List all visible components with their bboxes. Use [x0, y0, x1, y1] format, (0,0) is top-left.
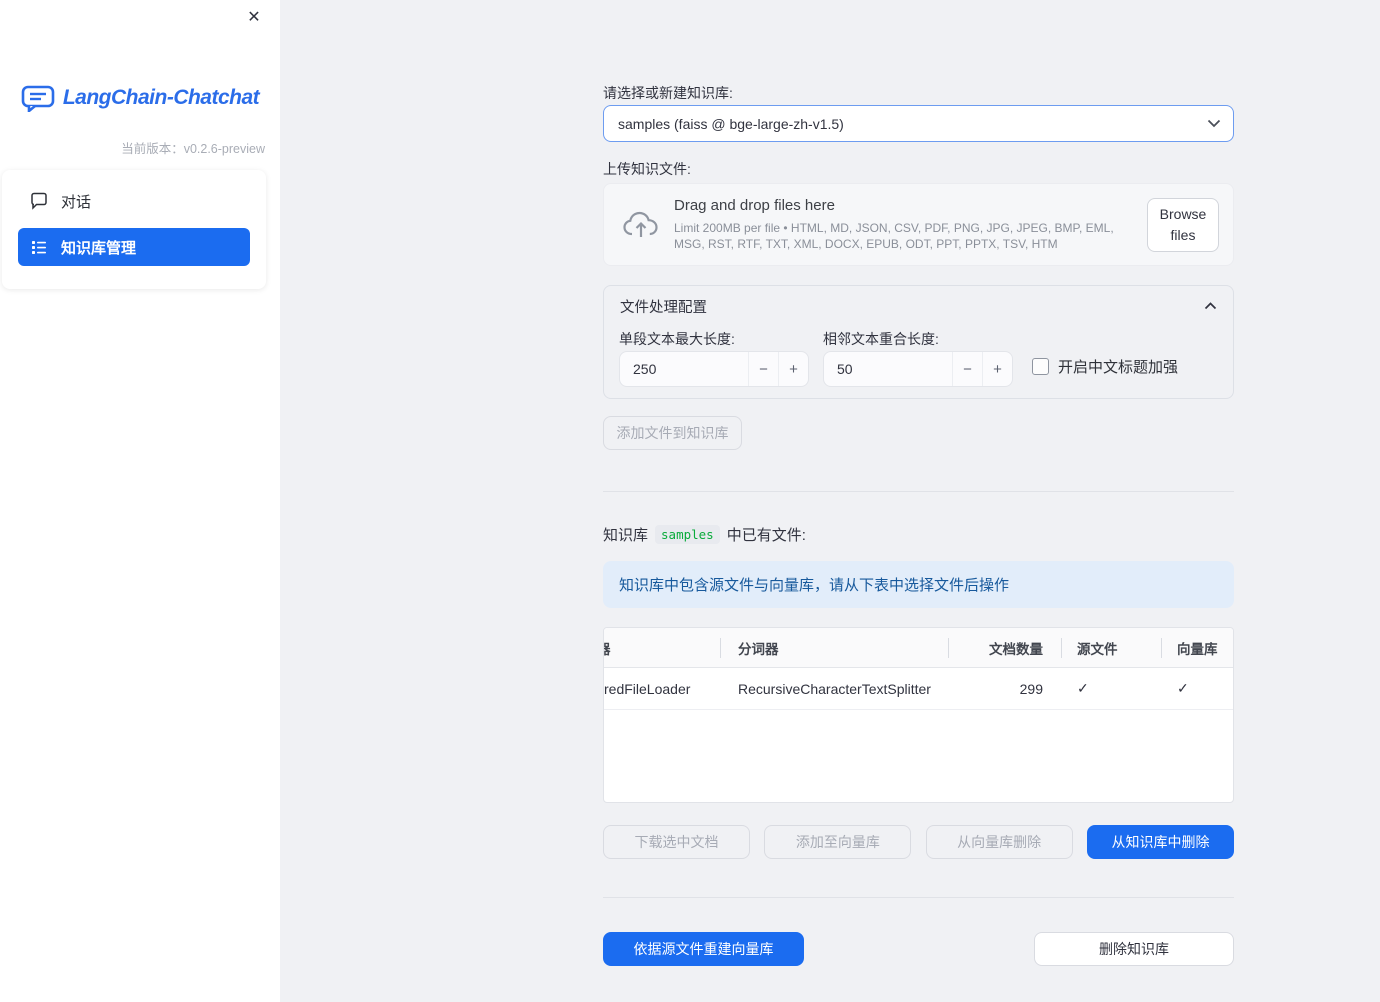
column-separator: [720, 638, 721, 658]
kb-select-value: samples (faiss @ bge-large-zh-v1.5): [618, 115, 844, 132]
max-length-label: 单段文本最大长度:: [619, 331, 735, 347]
cell-loader: redFileLoader: [604, 680, 691, 697]
cloud-upload-icon: [622, 210, 660, 240]
sidebar-close-icon[interactable]: ✕: [242, 6, 266, 30]
table-header-row: 器 分词器 文档数量 源文件 向量库: [604, 628, 1233, 668]
chat-bubble-icon: [30, 192, 48, 210]
cell-vector-store-check: ✓: [1177, 680, 1189, 696]
logo-chat-icon: [21, 84, 55, 112]
version-label: 当前版本：v0.2.6-preview: [121, 142, 265, 156]
cell-source-file-check: ✓: [1077, 680, 1089, 696]
divider: [603, 897, 1234, 898]
file-uploader-dropzone[interactable]: Drag and drop files here Limit 200MB per…: [603, 183, 1234, 266]
minus-icon[interactable]: −: [952, 352, 982, 386]
expander-header[interactable]: 文件处理配置: [604, 286, 1233, 326]
minus-icon[interactable]: −: [748, 352, 778, 386]
app-logo: LangChain-Chatchat: [0, 84, 280, 112]
browse-files-button[interactable]: Browse files: [1147, 197, 1219, 252]
sidebar-menu: 对话 知识库管理: [2, 170, 266, 289]
rebuild-vector-store-button[interactable]: 依据源文件重建向量库: [603, 932, 804, 966]
info-text: 知识库中包含源文件与向量库，请从下表中选择文件后操作: [619, 577, 1010, 594]
expander-title: 文件处理配置: [620, 299, 707, 316]
existing-prefix: 知识库: [603, 527, 649, 544]
delete-kb-button[interactable]: 删除知识库: [1034, 932, 1234, 966]
zh-title-enhance-checkbox[interactable]: 开启中文标题加强: [1032, 356, 1178, 377]
download-selected-button[interactable]: 下载选中文档: [603, 825, 750, 859]
list-icon: [30, 238, 48, 256]
add-to-vector-button[interactable]: 添加至向量库: [764, 825, 912, 859]
sidebar: ✕ LangChain-Chatchat 当前版本：v0.2.6-preview: [0, 0, 280, 1002]
info-banner: 知识库中包含源文件与向量库，请从下表中选择文件后操作: [603, 561, 1234, 608]
overlap-length-value: 50: [837, 361, 853, 377]
chevron-down-icon: [1207, 119, 1221, 128]
kb-select-label: 请选择或新建知识库:: [603, 85, 733, 101]
col-header-loader: 器: [604, 638, 720, 658]
existing-suffix: 中已有文件:: [726, 527, 806, 544]
column-separator: [948, 638, 949, 658]
chevron-up-icon: [1204, 302, 1217, 310]
add-files-to-kb-button[interactable]: 添加文件到知识库: [603, 416, 742, 450]
column-separator: [1161, 638, 1162, 658]
max-length-input[interactable]: 250 − +: [619, 351, 809, 387]
dropzone-title: Drag and drop files here: [674, 196, 835, 214]
cell-doc-count: 299: [1019, 680, 1043, 697]
overlap-length-input[interactable]: 50 − +: [823, 351, 1013, 387]
sidebar-item-label: 对话: [61, 193, 92, 211]
checkbox-label: 开启中文标题加强: [1058, 359, 1179, 376]
max-length-value: 250: [633, 361, 657, 377]
delete-from-vector-button[interactable]: 从向量库删除: [925, 825, 1073, 859]
dropzone-limit-text: Limit 200MB per file • HTML, MD, JSON, C…: [674, 220, 1114, 251]
column-separator: [1061, 638, 1062, 658]
col-header-vector-store: 向量库: [1177, 641, 1218, 657]
cell-splitter: RecursiveCharacterTextSplitter: [738, 680, 931, 697]
sidebar-item-label: 知识库管理: [61, 239, 137, 257]
logo-text: LangChain-Chatchat: [62, 86, 260, 109]
col-header-source-file: 源文件: [1077, 641, 1118, 657]
file-config-expander: 文件处理配置 单段文本最大长度: 250 − + 相邻文本重合长度: 50 − …: [603, 285, 1234, 399]
app-window: ✕ LangChain-Chatchat 当前版本：v0.2.6-preview: [0, 0, 1380, 1002]
plus-icon[interactable]: +: [778, 352, 808, 386]
sidebar-item-kb-management[interactable]: 知识库管理: [18, 228, 250, 266]
overlap-length-label: 相邻文本重合长度:: [823, 331, 939, 347]
kb-files-table: 器 分词器 文档数量 源文件 向量库 redFileLoader Recursi…: [603, 627, 1234, 803]
delete-from-kb-button[interactable]: 从知识库中删除: [1086, 825, 1234, 859]
plus-icon[interactable]: +: [982, 352, 1012, 386]
divider: [603, 491, 1234, 492]
upload-label: 上传知识文件:: [603, 161, 691, 177]
col-header-splitter: 分词器: [738, 641, 779, 657]
table-action-buttons: 下载选中文档 添加至向量库 从向量库删除 从知识库中删除: [603, 825, 1234, 859]
table-row[interactable]: redFileLoader RecursiveCharacterTextSpli…: [604, 668, 1233, 710]
kb-name-code: samples: [655, 525, 720, 544]
sidebar-item-dialogue[interactable]: 对话: [18, 182, 250, 220]
col-header-doc-count: 文档数量: [989, 641, 1043, 657]
kb-select[interactable]: samples (faiss @ bge-large-zh-v1.5): [603, 105, 1234, 142]
checkbox-box[interactable]: [1032, 358, 1049, 375]
existing-files-line: 知识库 samples 中已有文件:: [603, 524, 1234, 545]
